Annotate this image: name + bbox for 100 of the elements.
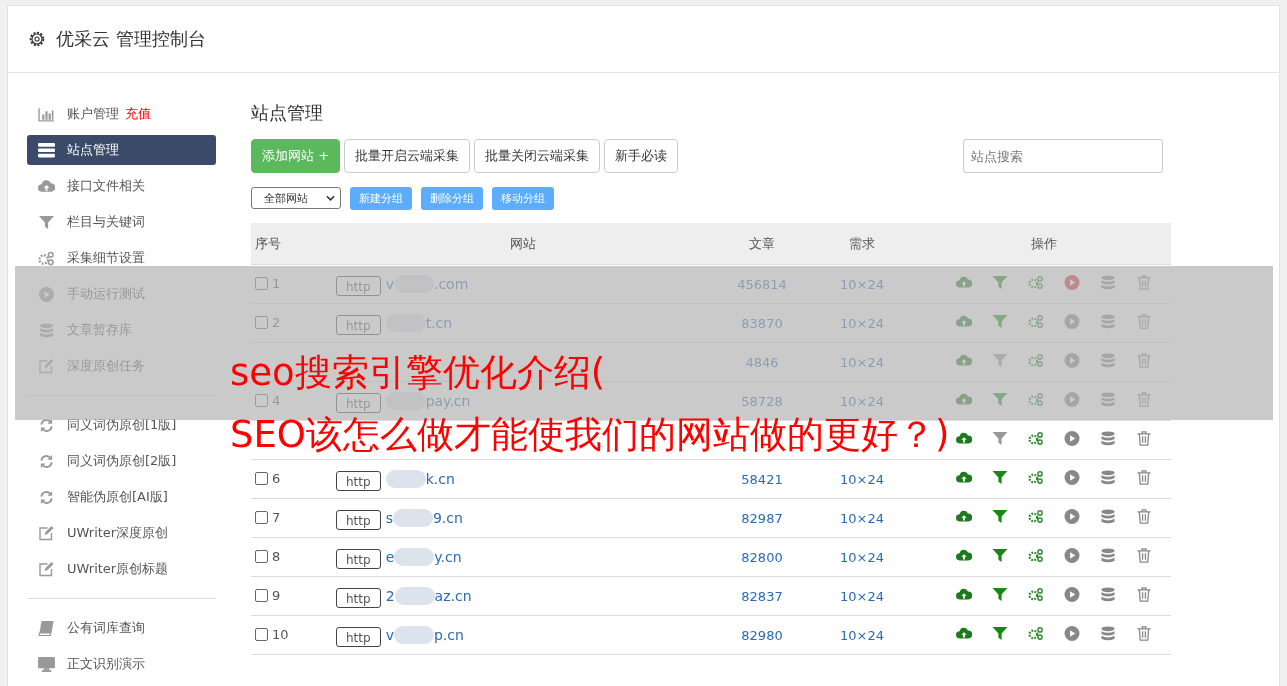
sidebar-item[interactable]: 站点管理 [27, 135, 216, 165]
demand-value[interactable]: 10×24 [840, 510, 884, 526]
blurred-text [392, 509, 433, 527]
gears-icon[interactable] [1027, 509, 1044, 524]
row-checkbox[interactable] [255, 510, 268, 524]
sidebar-item-label: 站点管理 [67, 141, 119, 159]
sidebar-item[interactable]: 接口文件相关 [27, 171, 216, 201]
cloud-upload-icon[interactable] [955, 587, 972, 602]
sidebar-item-label: 接口文件相关 [67, 177, 145, 195]
demand-value[interactable]: 10×24 [840, 471, 884, 487]
database-icon[interactable] [1099, 626, 1116, 641]
database-icon[interactable] [1099, 587, 1116, 602]
sidebar-item[interactable]: 正文识别演示 [27, 649, 216, 679]
filter-icon[interactable] [991, 548, 1008, 563]
gears-icon[interactable] [1027, 470, 1044, 485]
refresh-icon [38, 489, 55, 505]
play-icon[interactable] [1063, 509, 1080, 524]
site-domain-end: t.cn [425, 315, 453, 331]
caret-icon [326, 195, 335, 201]
toolbar-button[interactable]: 批量关闭云端采集 [474, 139, 601, 173]
search-field[interactable]: 站点搜索 [963, 139, 1163, 173]
sidebar-item[interactable]: 栏目与关键词 [27, 207, 216, 237]
trash-icon[interactable] [1135, 587, 1152, 602]
play-icon[interactable] [1063, 470, 1080, 485]
row-checkbox[interactable] [255, 549, 268, 563]
server-icon [38, 142, 55, 158]
database-icon[interactable] [1099, 509, 1116, 524]
article-count[interactable]: 82800 [741, 549, 783, 565]
sidebar-item-label: 采集细节设置 [67, 249, 145, 267]
article-count[interactable]: 82980 [741, 627, 783, 643]
database-icon[interactable] [1099, 431, 1116, 446]
gears-icon[interactable] [1027, 626, 1044, 641]
protocol-tag: http [336, 471, 381, 491]
row-number: 6 [272, 470, 281, 486]
protocol-tag: http [336, 549, 381, 569]
sidebar-item-label: UWriter原创标题 [67, 560, 169, 578]
cloud-upload-icon[interactable] [955, 470, 972, 485]
article-count[interactable]: 58421 [741, 471, 783, 487]
site-domain-end: .com [433, 276, 469, 292]
column-header: 需求 [849, 235, 875, 251]
gears-icon[interactable] [1027, 587, 1044, 602]
filter-icon[interactable] [991, 626, 1008, 641]
site-domain-start: s [385, 510, 393, 526]
database-icon[interactable] [1099, 548, 1116, 563]
sidebar-item[interactable]: 同义词伪原创[2版] [27, 446, 216, 476]
filter-icon[interactable] [991, 509, 1008, 524]
cloud-upload-icon[interactable] [955, 626, 972, 641]
trash-icon[interactable] [1135, 470, 1152, 485]
sidebar-item[interactable]: 账户管理 充值 [27, 99, 216, 129]
monitor-icon [38, 656, 55, 672]
trash-icon[interactable] [1135, 509, 1152, 524]
site-domain-end: k.cn [425, 471, 455, 487]
banner-headline: seo搜索引擎优化介绍( [230, 352, 606, 394]
row-checkbox[interactable] [255, 627, 268, 641]
play-icon[interactable] [1063, 587, 1080, 602]
sidebar-item-label: 智能伪原创[AI版] [67, 488, 168, 506]
protocol-tag: http [336, 588, 381, 608]
sidebar-item-label: 同义词伪原创[1版] [67, 416, 177, 434]
sidebar-item[interactable]: UWriter深度原创 [27, 518, 216, 548]
demand-value[interactable]: 10×24 [840, 627, 884, 643]
refresh-icon [38, 417, 55, 433]
demand-value[interactable]: 10×24 [840, 588, 884, 604]
sidebar-item-label: 同义词伪原创[2版] [67, 452, 177, 470]
play-icon[interactable] [1063, 626, 1080, 641]
toolbar-button[interactable]: 新手必读 [604, 139, 679, 173]
database-icon[interactable] [1099, 470, 1116, 485]
filter-icon[interactable] [991, 470, 1008, 485]
sidebar-item[interactable]: 智能伪原创[AI版] [27, 482, 216, 512]
sidebar-item[interactable]: 公有词库查询 [27, 613, 216, 643]
cloud-upload-icon[interactable] [955, 431, 972, 446]
filter-icon[interactable] [991, 587, 1008, 602]
row-number: 9 [272, 587, 281, 603]
column-header: 文章 [749, 235, 775, 251]
row-number: 7 [272, 509, 281, 525]
gears-icon[interactable] [1027, 548, 1044, 563]
toolbar-button[interactable]: 批量开启云端采集 [344, 139, 471, 173]
site-domain-end: y.cn [434, 549, 462, 565]
sidebar-item-label: 账户管理 [67, 105, 119, 123]
trash-icon[interactable] [1135, 431, 1152, 446]
sidebar-item-label: 公有词库查询 [67, 619, 145, 637]
row-checkbox[interactable] [255, 471, 268, 485]
edit-icon [38, 561, 55, 577]
recharge-link[interactable]: 充值 [125, 105, 151, 123]
trash-icon[interactable] [1135, 548, 1152, 563]
cloud-upload-icon[interactable] [955, 548, 972, 563]
demand-value[interactable]: 10×24 [840, 549, 884, 565]
play-icon[interactable] [1063, 548, 1080, 563]
row-checkbox[interactable] [255, 588, 268, 602]
site-domain-start: v [385, 276, 394, 292]
page-title: 站点管理 [251, 101, 324, 125]
article-count[interactable]: 82987 [741, 510, 783, 526]
protocol-tag: http [336, 627, 381, 647]
trash-icon[interactable] [1135, 626, 1152, 641]
play-icon[interactable] [1063, 431, 1080, 446]
sidebar-item[interactable]: UWriter原创标题 [27, 554, 216, 584]
article-count[interactable]: 82837 [741, 588, 783, 604]
gears-icon[interactable] [1027, 431, 1044, 446]
group-select[interactable]: 全部网站 [251, 187, 341, 209]
filter-icon[interactable] [991, 431, 1008, 446]
cloud-upload-icon[interactable] [955, 509, 972, 524]
